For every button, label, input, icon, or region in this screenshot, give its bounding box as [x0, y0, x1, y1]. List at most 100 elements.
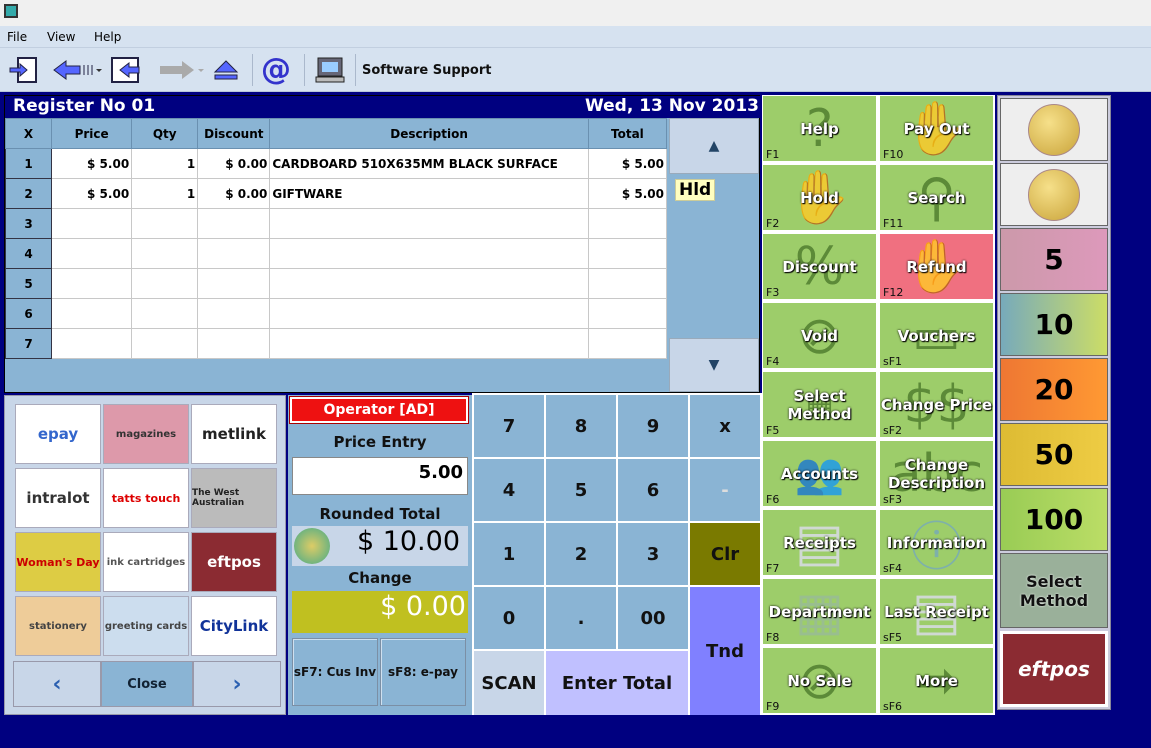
- refund-button[interactable]: ✋ Refund F12: [879, 233, 994, 300]
- quick-item-magazines[interactable]: magazines: [103, 404, 189, 464]
- note-value: 100: [1024, 503, 1084, 536]
- key-4[interactable]: 4: [474, 459, 544, 521]
- tender-10-note[interactable]: 10: [1000, 293, 1108, 356]
- key-0[interactable]: 0: [474, 587, 544, 649]
- tender-50-note[interactable]: 50: [1000, 423, 1108, 486]
- eject-icon[interactable]: [212, 56, 240, 84]
- table-row[interactable]: 3: [4, 208, 668, 239]
- menu-help[interactable]: Help: [94, 30, 121, 44]
- key-9[interactable]: 9: [618, 395, 688, 457]
- key-dot[interactable]: .: [546, 587, 616, 649]
- discount-button[interactable]: % Discount F3: [762, 233, 877, 300]
- change-price-button[interactable]: $$ Change Price sF2: [879, 371, 994, 438]
- information-button[interactable]: ⓘ Information sF4: [879, 509, 994, 576]
- tender-20-note[interactable]: 20: [1000, 358, 1108, 421]
- quick-item-epay[interactable]: epay: [15, 404, 101, 464]
- key-clear[interactable]: Clr: [690, 523, 760, 585]
- change-description-button[interactable]: abc Change Description sF3: [879, 440, 994, 507]
- row-number[interactable]: 7: [4, 328, 53, 359]
- tender-1-dollar[interactable]: [1000, 98, 1108, 161]
- quick-item-west-australian[interactable]: The West Australian: [191, 468, 277, 528]
- table-row[interactable]: 6: [4, 298, 668, 329]
- epay-button[interactable]: sF8: e-pay: [380, 638, 466, 706]
- row-number[interactable]: 5: [4, 268, 53, 299]
- scroll-down-button[interactable]: ▼: [669, 338, 759, 392]
- department-button[interactable]: ▦ Department F8: [762, 578, 877, 645]
- button-label: Vouchers: [897, 326, 976, 345]
- row-number[interactable]: 4: [4, 238, 53, 269]
- key-3[interactable]: 3: [618, 523, 688, 585]
- scan-button[interactable]: SCAN: [474, 651, 544, 715]
- key-1[interactable]: 1: [474, 523, 544, 585]
- table-row[interactable]: 7: [4, 328, 668, 359]
- enter-total-button[interactable]: Enter Total: [546, 651, 688, 715]
- quick-item-womans-day[interactable]: Woman's Day: [15, 532, 101, 592]
- row-qty: 1: [131, 178, 199, 209]
- button-label: Discount: [782, 257, 857, 276]
- quick-item-metlink[interactable]: metlink: [191, 404, 277, 464]
- button-label: Change Price: [880, 395, 993, 414]
- change-label: Change: [348, 569, 412, 587]
- key-00[interactable]: 00: [618, 587, 688, 649]
- row-number[interactable]: 6: [4, 298, 53, 329]
- quick-item-ink[interactable]: ink cartridges: [103, 532, 189, 592]
- tender-select-method[interactable]: Select Method: [1000, 553, 1108, 628]
- back-arrow-icon[interactable]: [52, 56, 102, 84]
- price-entry-field[interactable]: 5.00: [292, 457, 468, 495]
- help-button[interactable]: ? Help F1: [762, 95, 877, 162]
- pay-out-button[interactable]: ✋ Pay Out F10: [879, 95, 994, 162]
- arrow-up-icon: ▲: [708, 138, 720, 154]
- hold-button[interactable]: ✋ Hold F2: [762, 164, 877, 231]
- email-icon[interactable]: @: [261, 55, 295, 85]
- quick-item-citylink[interactable]: CityLink: [191, 596, 277, 656]
- software-support-button[interactable]: Software Support: [362, 63, 492, 78]
- key-8[interactable]: 8: [546, 395, 616, 457]
- scroll-up-button[interactable]: ▲: [669, 118, 759, 174]
- void-button[interactable]: ⊘ Void F4: [762, 302, 877, 369]
- button-label: No Sale: [787, 671, 852, 690]
- login-icon[interactable]: [8, 56, 40, 84]
- table-row[interactable]: 4: [4, 238, 668, 269]
- tender-5-note[interactable]: 5: [1000, 228, 1108, 291]
- close-button[interactable]: Close: [101, 661, 193, 707]
- prev-page-button[interactable]: ‹: [13, 661, 101, 707]
- chevron-left-icon: ‹: [52, 671, 62, 697]
- quick-item-touch[interactable]: tatts touch: [103, 468, 189, 528]
- table-row[interactable]: 2 $ 5.00 1 $ 0.00 GIFTWARE $ 5.00: [4, 178, 668, 209]
- key-7[interactable]: 7: [474, 395, 544, 457]
- quick-item-eftpos[interactable]: eftpos: [191, 532, 277, 592]
- menu-view[interactable]: View: [47, 30, 75, 44]
- import-icon[interactable]: [110, 56, 142, 84]
- table-row[interactable]: 5: [4, 268, 668, 299]
- quick-item-cards[interactable]: greeting cards: [103, 596, 189, 656]
- table-row[interactable]: 1 $ 5.00 1 $ 0.00 CARDBOARD 510X635MM BLACK …: [4, 148, 668, 179]
- key-multiply[interactable]: x: [690, 395, 760, 457]
- search-button[interactable]: ⚲ Search F11: [879, 164, 994, 231]
- no-sale-button[interactable]: ⊘ No Sale F9: [762, 647, 877, 714]
- tender-100-note[interactable]: 100: [1000, 488, 1108, 551]
- quick-item-stationery[interactable]: stationery: [15, 596, 101, 656]
- accounts-button[interactable]: 👥 Accounts F6: [762, 440, 877, 507]
- row-number[interactable]: 1: [4, 148, 53, 179]
- quick-item-intralot[interactable]: intralot: [15, 468, 101, 528]
- row-number[interactable]: 3: [4, 208, 53, 239]
- vouchers-button[interactable]: ▭ Vouchers sF1: [879, 302, 994, 369]
- key-5[interactable]: 5: [546, 459, 616, 521]
- col-x: X: [4, 118, 53, 149]
- next-page-button[interactable]: ›: [193, 661, 281, 707]
- row-number[interactable]: 2: [4, 178, 53, 209]
- customer-invoice-button[interactable]: sF7: Cus Inv: [292, 638, 378, 706]
- select-method-button[interactable]: ▦ Select Method F5: [762, 371, 877, 438]
- tender-eftpos[interactable]: eftpos: [1000, 631, 1108, 707]
- key-2[interactable]: 2: [546, 523, 616, 585]
- key-minus[interactable]: -: [690, 459, 760, 521]
- computer-icon[interactable]: [314, 56, 346, 84]
- more-button[interactable]: ➡ More sF6: [879, 647, 994, 714]
- tender-button[interactable]: Tnd: [690, 587, 760, 715]
- menu-file[interactable]: File: [7, 30, 27, 44]
- key-6[interactable]: 6: [618, 459, 688, 521]
- col-discount: Discount: [197, 118, 271, 149]
- tender-2-dollar[interactable]: [1000, 163, 1108, 226]
- last-receipt-button[interactable]: ▤ Last Receipt sF5: [879, 578, 994, 645]
- receipts-button[interactable]: ▤ Receipts F7: [762, 509, 877, 576]
